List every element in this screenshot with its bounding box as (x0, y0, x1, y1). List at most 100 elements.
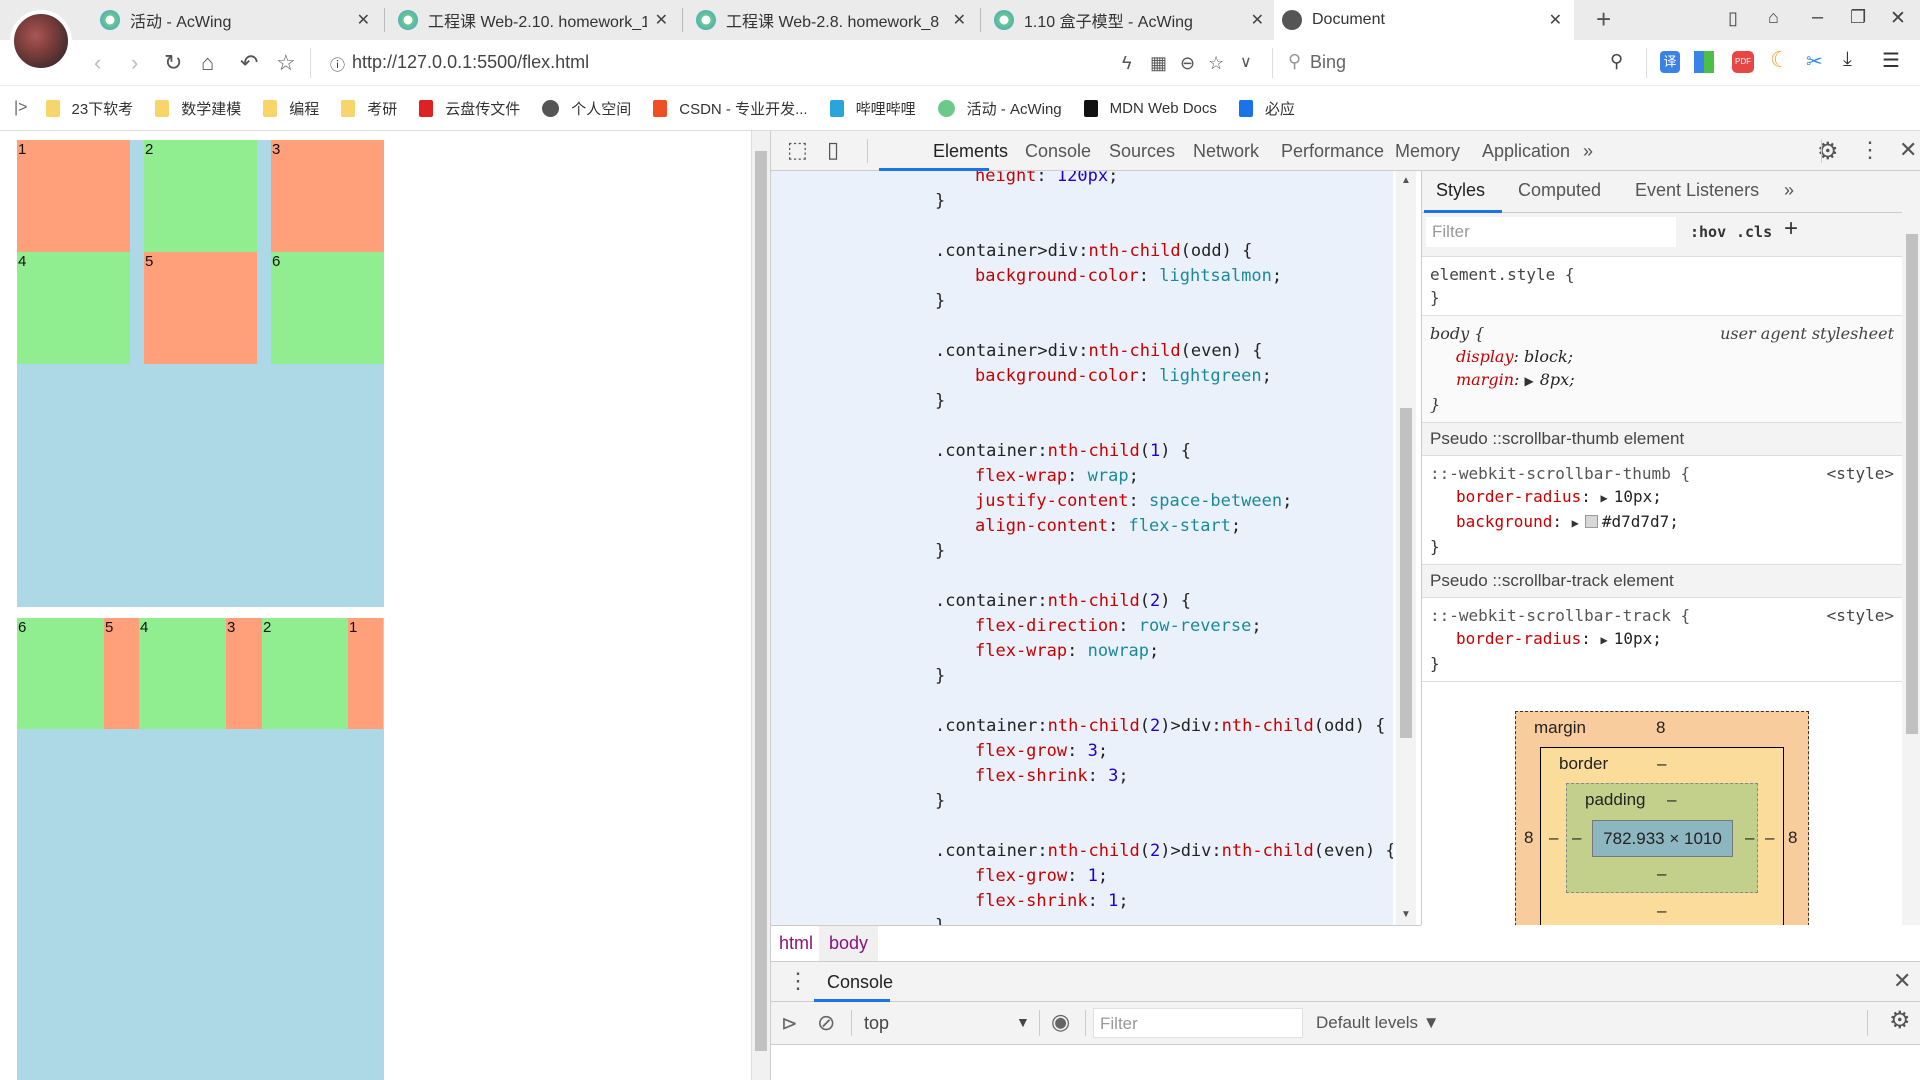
live-expression-eye-icon[interactable]: ◉ (1051, 1009, 1070, 1035)
download-icon[interactable]: ⤓ (1843, 48, 1852, 71)
log-levels-dropdown[interactable]: Default levels ▼ (1316, 1013, 1440, 1033)
new-rule-button[interactable]: + (1784, 215, 1798, 243)
pdf-icon[interactable]: PDF (1732, 51, 1754, 73)
clear-console-icon[interactable]: ⊘ (817, 1010, 835, 1036)
forward-icon[interactable]: › (131, 50, 138, 76)
content-size[interactable]: 782.933 × 1010 (1592, 820, 1733, 857)
lightning-icon[interactable]: ϟ (1122, 50, 1132, 76)
cls-toggle[interactable]: .cls (1736, 223, 1772, 241)
expand-triangle-icon[interactable]: ▶ (1601, 491, 1608, 505)
bookmark-item[interactable]: CSDN - 专业开发... (653, 98, 808, 119)
devtools-tab-application[interactable]: Application (1482, 141, 1570, 162)
back-icon[interactable]: ‹ (94, 50, 101, 76)
console-filter-input[interactable]: Filter (1093, 1008, 1303, 1038)
bookmark-item[interactable]: 个人空间 (542, 98, 631, 119)
breadcrumb-body[interactable]: body (819, 926, 879, 961)
padding-left[interactable]: – (1572, 828, 1581, 848)
bookmark-item[interactable]: MDN Web Docs (1083, 99, 1217, 117)
devtools-tab-network[interactable]: Network (1193, 141, 1259, 162)
bookmark-item[interactable]: 必应 (1238, 98, 1295, 119)
breadcrumb-html[interactable]: html (779, 933, 813, 954)
reload-icon[interactable]: ↻ (164, 50, 182, 76)
devtools-tab-elements[interactable]: Elements (933, 141, 1008, 162)
sidebar-show-icon[interactable]: ⊳ (781, 1011, 798, 1036)
browser-tab[interactable]: 工程课 Web-2.10. homework_1 ✕ (390, 0, 680, 40)
devtools-tab-memory[interactable]: Memory (1395, 141, 1460, 162)
bookmark-item[interactable]: 活动 - AcWing (937, 98, 1062, 119)
browser-tab[interactable]: Document ✕ (1274, 0, 1574, 40)
tab-console-drawer[interactable]: Console (827, 972, 893, 993)
expand-triangle-icon[interactable]: ▶ (1525, 374, 1534, 388)
padding-right[interactable]: – (1745, 828, 1754, 848)
more-tabs-icon[interactable]: » (1784, 180, 1794, 201)
expand-triangle-icon[interactable]: ▶ (1601, 633, 1608, 647)
bookmark-star-icon[interactable]: ☆ (276, 50, 296, 76)
tab-styles[interactable]: Styles (1436, 180, 1485, 201)
close-tab-icon[interactable]: ✕ (357, 10, 370, 30)
close-tab-icon[interactable]: ✕ (1549, 10, 1562, 30)
close-devtools-icon[interactable]: ✕ (1899, 137, 1917, 163)
more-panels-icon[interactable]: » (1583, 141, 1593, 162)
border-right[interactable]: – (1765, 828, 1774, 848)
bookmark-item[interactable]: 哔哩哔哩 (829, 98, 916, 119)
bookmark-item[interactable]: 云盘传文件 (419, 98, 520, 119)
browser-tab[interactable]: 工程课 Web-2.8. homework_8 ✕ (688, 0, 978, 40)
close-tab-icon[interactable]: ✕ (655, 10, 668, 30)
restore-button[interactable]: ❐ (1850, 7, 1866, 28)
source-code-view[interactable]: height: 120px;} .container>div:nth-child(… (771, 171, 1393, 925)
scissors-icon[interactable]: ✂ (1806, 49, 1823, 74)
page-scrollbar[interactable] (751, 131, 770, 1080)
close-tab-icon[interactable]: ✕ (953, 10, 966, 30)
context-dropdown-icon[interactable]: ▼ (1016, 1014, 1030, 1030)
bookmark-item[interactable]: 考研 (341, 98, 397, 119)
margin-left[interactable]: 8 (1524, 828, 1533, 848)
style-property[interactable]: display: block; (1430, 345, 1894, 368)
style-property[interactable]: background: ▶ #d7d7d7; (1430, 510, 1894, 535)
search-input[interactable]: Bing (1310, 52, 1346, 73)
minimize-button[interactable]: – (1812, 6, 1823, 29)
devtools-tab-sources[interactable]: Sources (1109, 141, 1175, 162)
padding-bottom[interactable]: – (1657, 864, 1666, 884)
styles-filter-input[interactable]: Filter (1426, 217, 1676, 247)
close-window-button[interactable]: ✕ (1890, 7, 1906, 30)
translate-icon[interactable]: 译 (1660, 51, 1680, 73)
skin-icon[interactable]: ⌂ (1768, 7, 1779, 28)
hov-toggle[interactable]: :hov (1690, 223, 1726, 241)
margin-right[interactable]: 8 (1788, 828, 1797, 848)
more-options-icon[interactable]: ⋮ (1859, 137, 1881, 163)
tab-event-listeners[interactable]: Event Listeners (1635, 180, 1759, 201)
bookmark-item[interactable]: 23下软考 (45, 98, 133, 119)
close-drawer-icon[interactable]: ✕ (1893, 968, 1911, 994)
qr-icon[interactable]: ▦ (1150, 50, 1167, 76)
style-source-link[interactable]: <style> (1827, 462, 1894, 485)
inspect-element-icon[interactable]: ⬚ (787, 137, 808, 163)
devtools-tab-console[interactable]: Console (1025, 141, 1091, 162)
padding-top[interactable]: – (1667, 790, 1676, 810)
window-tile-icon[interactable]: ▯ (1728, 8, 1738, 29)
border-bottom[interactable]: – (1657, 901, 1666, 921)
tab-computed[interactable]: Computed (1518, 180, 1601, 201)
search-go-icon[interactable]: ⚲ (1610, 51, 1623, 72)
night-mode-icon[interactable]: ☾ (1770, 47, 1790, 73)
info-icon[interactable]: ⓘ (330, 54, 345, 75)
menu-icon[interactable]: ☰ (1882, 48, 1900, 73)
style-property[interactable]: margin: ▶ 8px; (1430, 368, 1894, 393)
browser-tab[interactable]: 1.10 盒子模型 - AcWing ✕ (986, 0, 1276, 40)
drawer-menu-icon[interactable]: ⋮ (787, 968, 809, 994)
style-property[interactable]: border-radius: ▶ 10px; (1430, 485, 1894, 510)
undo-icon[interactable]: ↶ (240, 50, 258, 76)
border-left[interactable]: – (1549, 828, 1558, 848)
border-top[interactable]: – (1657, 754, 1666, 774)
code-scrollbar[interactable]: ▲ ▼ (1396, 171, 1416, 925)
browser-tab[interactable]: 活动 - AcWing ✕ (92, 0, 382, 40)
margin-top[interactable]: 8 (1656, 718, 1665, 738)
avatar[interactable] (10, 10, 72, 72)
console-settings-gear-icon[interactable]: ⚙ (1889, 1006, 1911, 1035)
context-select[interactable]: top (864, 1013, 889, 1034)
style-property[interactable]: border-radius: ▶ 10px; (1430, 627, 1894, 652)
sidebar-toggle-icon[interactable]: |> (14, 99, 28, 117)
element-style-selector[interactable]: element.style { (1430, 263, 1894, 286)
bookmark-item[interactable]: 数学建模 (155, 98, 241, 119)
home-icon[interactable]: ⌂ (201, 50, 214, 76)
color-swatch[interactable] (1584, 515, 1598, 528)
